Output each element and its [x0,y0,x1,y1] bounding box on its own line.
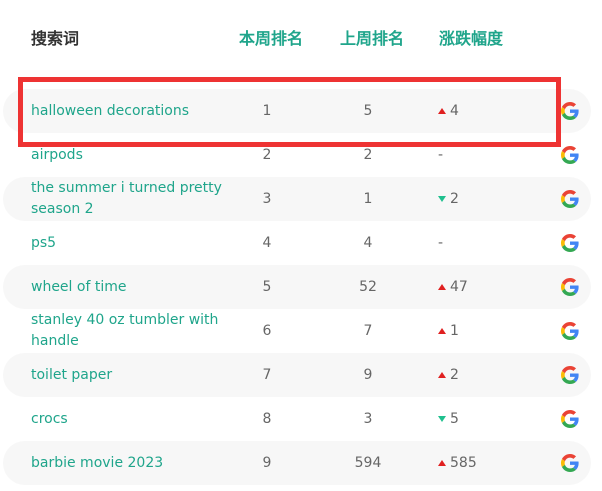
last-week-rank: 9 [363,367,373,383]
rank-change-value: 585 [450,455,477,471]
header-rank-change[interactable]: 涨跌幅度 [439,28,503,50]
rank-change: 5 [438,397,459,441]
last-week-rank: 4 [363,235,373,251]
keyword-link[interactable]: toilet paper [31,353,231,397]
arrow-up-icon [438,460,446,466]
header-this-week-rank[interactable]: 本周排名 [239,28,303,50]
last-week-rank: 1 [363,191,373,207]
rank-change-value: 1 [450,323,459,339]
keyword-link[interactable]: ps5 [31,221,231,265]
rank-change: 1 [438,309,459,353]
google-icon[interactable] [561,410,579,428]
arrow-up-icon [438,372,446,378]
highlight-box [18,77,561,147]
rank-change: 2 [438,177,459,221]
keyword-link[interactable]: barbie movie 2023 [31,441,231,485]
rank-change-value: 5 [450,411,459,427]
this-week-rank: 4 [262,235,272,251]
google-icon[interactable] [561,454,579,472]
keyword-link[interactable]: wheel of time [31,265,231,309]
this-week-rank: 7 [262,367,272,383]
rank-change-value: - [438,235,444,251]
last-week-rank: 7 [363,323,373,339]
rank-change: 2 [438,353,459,397]
rank-change: 585 [438,441,477,485]
google-icon[interactable] [561,278,579,296]
google-icon[interactable] [561,146,579,164]
table-row[interactable]: stanley 40 oz tumbler with handle 6 7 1 [3,309,591,353]
this-week-rank: 5 [262,279,272,295]
rank-change: 47 [438,265,468,309]
keyword-link[interactable]: crocs [31,397,231,441]
last-week-rank: 3 [363,411,373,427]
arrow-up-icon [438,284,446,290]
header-last-week-rank[interactable]: 上周排名 [340,28,404,50]
this-week-rank: 9 [262,455,272,471]
google-icon[interactable] [561,234,579,252]
rank-change: - [438,221,443,265]
google-icon[interactable] [561,102,579,120]
last-week-rank: 594 [354,455,382,471]
keyword-link[interactable]: the summer i turned pretty season 2 [31,177,231,221]
table-row[interactable]: toilet paper 7 9 2 [3,353,591,397]
arrow-up-icon [438,328,446,334]
arrow-down-icon [438,416,446,422]
arrow-down-icon [438,196,446,202]
this-week-rank: 3 [262,191,272,207]
header-keyword: 搜索词 [31,29,80,48]
keyword-link[interactable]: stanley 40 oz tumbler with handle [31,309,231,353]
rank-change-value: 2 [450,367,459,383]
table-row[interactable]: ps5 4 4 - [3,221,591,265]
table-header: 搜索词 本周排名 上周排名 涨跌幅度 [0,0,602,78]
table-row[interactable]: crocs 8 3 5 [3,397,591,441]
this-week-rank: 6 [262,323,272,339]
google-icon[interactable] [561,366,579,384]
table-row[interactable]: wheel of time 5 52 47 [3,265,591,309]
rank-change-value: 2 [450,191,459,207]
google-icon[interactable] [561,322,579,340]
table-row[interactable]: the summer i turned pretty season 2 3 1 2 [3,177,591,221]
table-row[interactable]: barbie movie 2023 9 594 585 [3,441,591,485]
rank-change-value: 47 [450,279,468,295]
this-week-rank: 8 [262,411,272,427]
google-icon[interactable] [561,190,579,208]
last-week-rank: 52 [359,279,377,295]
